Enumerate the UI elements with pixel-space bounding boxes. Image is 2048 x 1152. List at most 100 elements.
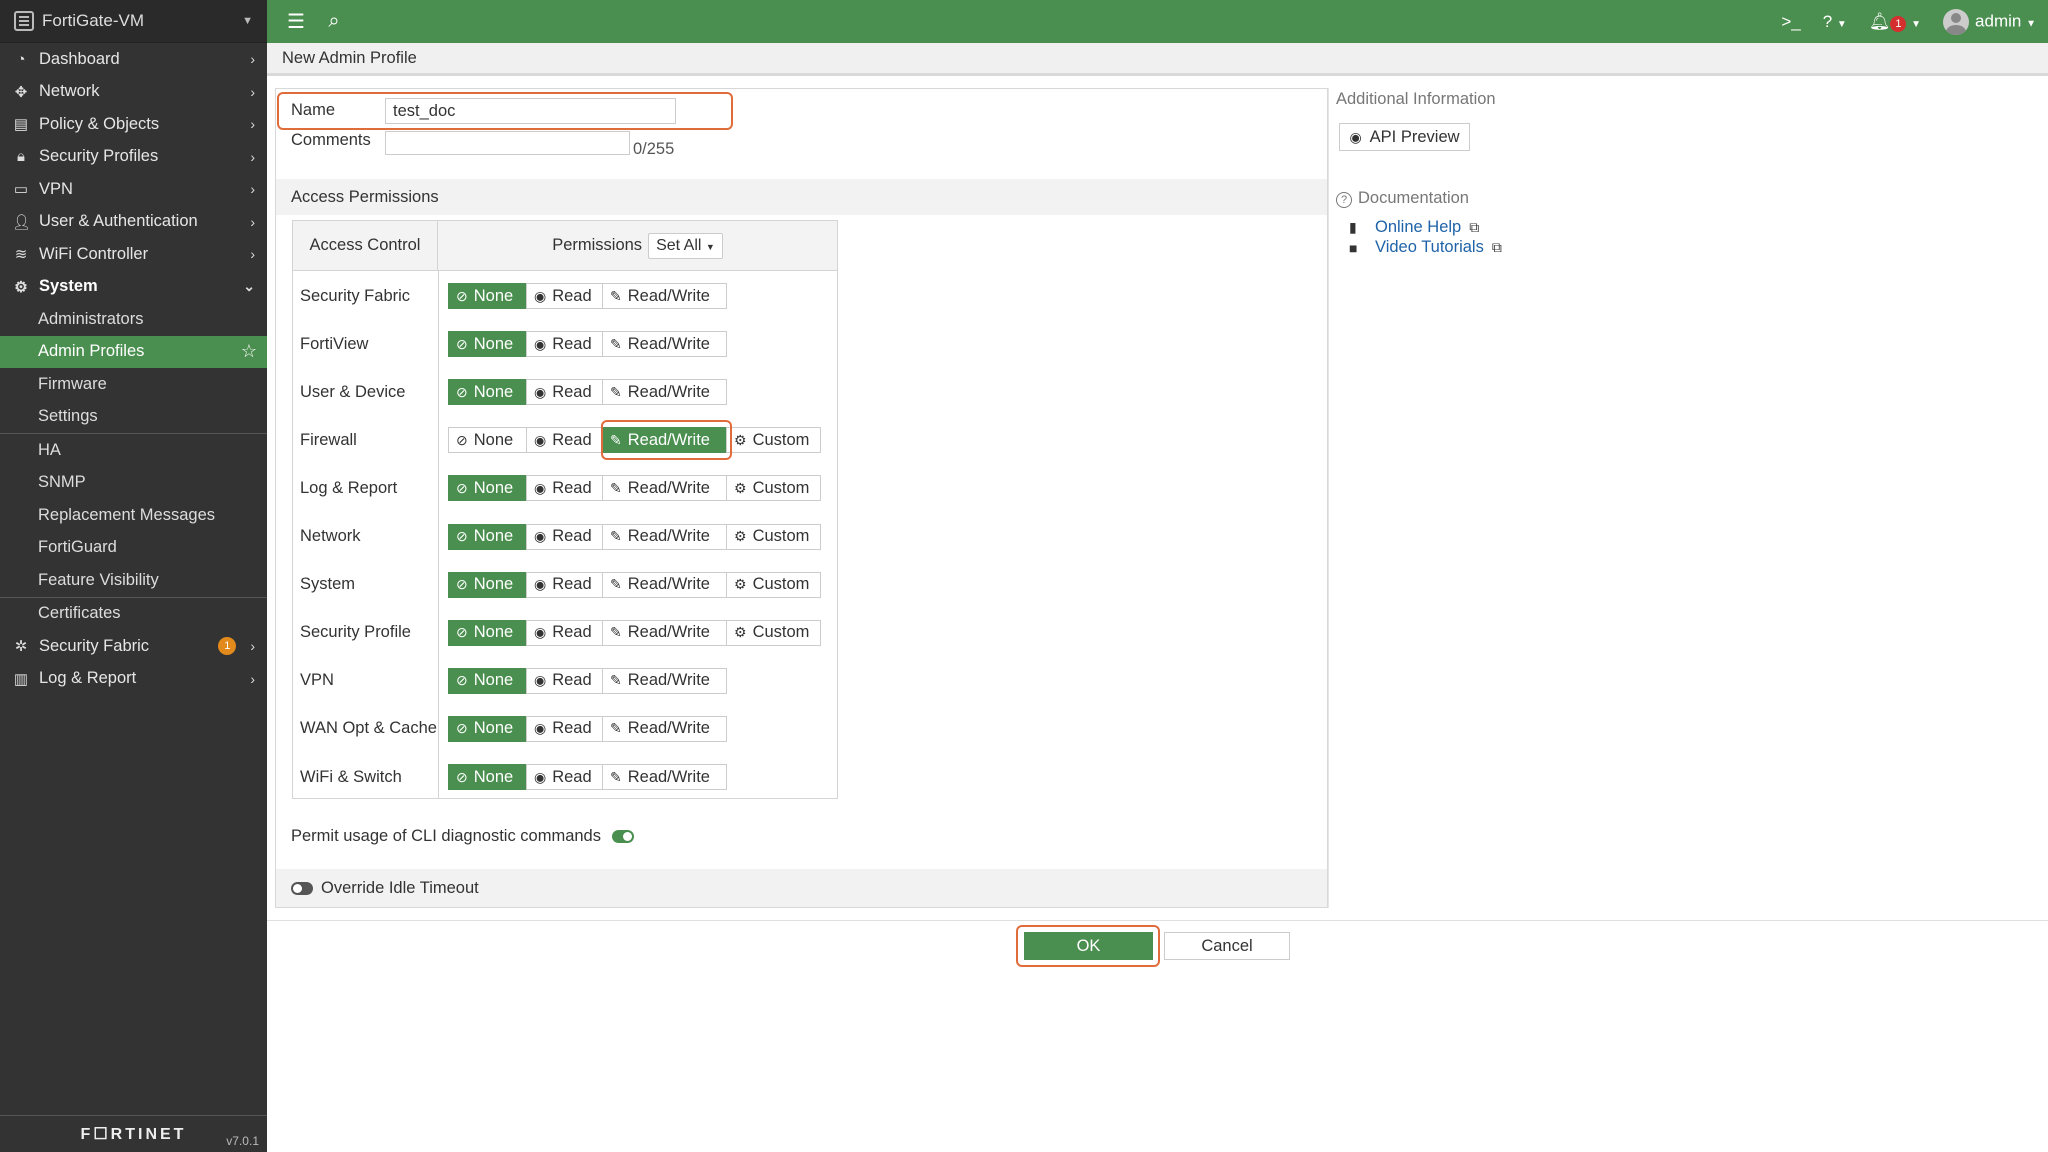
sidebar-item-security-fabric[interactable]: ✲ Security Fabric 1 › xyxy=(0,630,267,663)
none-button[interactable]: ⊘ None xyxy=(448,331,527,358)
none-button[interactable]: ⊘ None xyxy=(448,571,527,598)
sidebar-item-label: User & Authentication xyxy=(39,212,198,231)
idle-timeout-toggle[interactable] xyxy=(291,881,313,895)
sidebar-subitem-snmp[interactable]: SNMP xyxy=(0,467,267,500)
read-write-button[interactable]: ✎ Read/Write xyxy=(602,764,727,790)
documentation-label: Documentation xyxy=(1358,189,1469,207)
read-write-button[interactable]: ✎ Read/Write xyxy=(602,379,727,406)
custom-button[interactable]: ⚙ Custom xyxy=(726,427,821,454)
cli-permission-toggle[interactable] xyxy=(611,830,634,844)
read-button[interactable]: ◉ Read xyxy=(526,379,603,406)
read-button[interactable]: ◉ Read xyxy=(526,619,603,646)
read-button[interactable]: ◉ Read xyxy=(526,475,603,502)
api-preview-label: API Preview xyxy=(1369,127,1460,146)
sidebar-item-user-authentication[interactable]: 👤︎ User & Authentication › xyxy=(0,206,267,239)
custom-button[interactable]: ⚙ Custom xyxy=(726,571,821,598)
read-write-button[interactable]: ✎ Read/Write xyxy=(602,619,727,646)
none-button[interactable]: ⊘ None xyxy=(448,667,527,694)
none-button[interactable]: ⊘ None xyxy=(448,715,527,742)
star-icon[interactable]: ☆ xyxy=(241,341,257,362)
sidebar-subitem-administrators[interactable]: Administrators xyxy=(0,303,267,336)
chevron-right-icon: › xyxy=(250,181,255,198)
table-row: FortiView ⊘ None ◉ Read ✎ Read/Write xyxy=(293,320,837,368)
read-write-button[interactable]: ✎ Read/Write xyxy=(602,523,727,550)
read-button[interactable]: ◉ Read xyxy=(526,715,603,742)
read-button[interactable]: ◉ Read xyxy=(526,667,603,694)
video-tutorials-link[interactable]: ■ Video Tutorials ⧉ xyxy=(1349,238,1502,257)
read-button[interactable]: ◉ Read xyxy=(526,764,603,790)
sidebar-subitem-certificates[interactable]: Certificates xyxy=(0,598,267,631)
sidebar-subitem-fortiguard[interactable]: FortiGuard xyxy=(0,532,267,565)
table-row: WAN Opt & Cache ⊘ None ◉ Read ✎ Read/Write xyxy=(293,705,837,753)
read-write-button[interactable]: ✎ Read/Write xyxy=(602,475,727,502)
sidebar-item-policy-objects[interactable]: ▤ Policy & Objects › xyxy=(0,108,267,141)
online-help-link[interactable]: ▮ Online Help ⧉ xyxy=(1349,218,1479,237)
chevron-right-icon: › xyxy=(250,638,255,655)
permission-button-group: ⊘ None ◉ Read ✎ Read/Write xyxy=(448,715,727,742)
caret-down-icon: ▼ xyxy=(2026,17,2036,29)
online-help-label: Online Help xyxy=(1375,218,1462,236)
sidebar-item-wifi-controller[interactable]: ≋ WiFi Controller › xyxy=(0,238,267,271)
access-permissions-heading: Access Permissions xyxy=(276,179,1327,215)
sidebar-subitem-settings[interactable]: Settings xyxy=(0,401,267,434)
user-menu[interactable]: admin ▼ xyxy=(1943,8,2036,35)
table-row: VPN ⊘ None ◉ Read ✎ Read/Write xyxy=(293,657,837,705)
sidebar-item-label: Security Profiles xyxy=(39,147,159,166)
read-write-button[interactable]: ✎ Read/Write xyxy=(602,715,727,742)
api-preview-button[interactable]: ◉ API Preview xyxy=(1339,123,1470,151)
sidebar-subitem-admin-profiles[interactable]: Admin Profiles ☆ xyxy=(0,335,267,368)
name-input[interactable] xyxy=(385,98,676,124)
pencil-icon: ✎ xyxy=(610,479,622,496)
set-all-dropdown[interactable]: Set All ▼ xyxy=(648,232,723,259)
none-button[interactable]: ⊘ None xyxy=(448,427,527,454)
notifications-menu[interactable]: 🔔︎ 1 ▼ xyxy=(1869,12,1921,32)
caret-down-icon: ▼ xyxy=(242,15,253,27)
read-write-button[interactable]: ✎ Read/Write xyxy=(602,667,727,694)
sidebar-item-vpn[interactable]: ▭ VPN › xyxy=(0,173,267,206)
read-button[interactable]: ◉ Read xyxy=(526,427,603,454)
read-write-button[interactable]: ✎ Read/Write xyxy=(602,571,727,598)
pencil-icon: ✎ xyxy=(610,576,622,593)
sidebar-item-log-report[interactable]: ▥ Log & Report › xyxy=(0,663,267,696)
read-button[interactable]: ◉ Read xyxy=(526,571,603,598)
sidebar-item-system[interactable]: ⚙ System ⌄ xyxy=(0,271,267,304)
book-icon: ▮ xyxy=(1349,219,1357,235)
device-selector[interactable]: FortiGate-VM ▼ xyxy=(0,0,267,43)
ban-icon: ⊘ xyxy=(456,383,468,400)
custom-button[interactable]: ⚙ Custom xyxy=(726,619,821,646)
sidebar-subitem-replacement-messages[interactable]: Replacement Messages xyxy=(0,499,267,532)
gear-icon: ⚙ xyxy=(734,576,747,593)
none-button[interactable]: ⊘ None xyxy=(448,523,527,550)
read-write-button[interactable]: ✎ Read/Write xyxy=(602,331,727,358)
sidebar-item-dashboard[interactable]: ◔ Dashboard › xyxy=(0,43,267,76)
read-button[interactable]: ◉ Read xyxy=(526,331,603,358)
read-button[interactable]: ◉ Read xyxy=(526,523,603,550)
cli-console-icon[interactable]: >_ xyxy=(1781,12,1800,32)
comments-textarea[interactable] xyxy=(385,131,630,155)
none-button[interactable]: ⊘ None xyxy=(448,619,527,646)
search-icon[interactable]: ⌕ xyxy=(319,10,349,33)
none-button[interactable]: ⊘ None xyxy=(448,764,527,790)
hamburger-menu-icon[interactable]: ☰ xyxy=(281,9,311,34)
read-write-button[interactable]: ✎ Read/Write xyxy=(602,283,727,309)
chevron-right-icon: › xyxy=(250,148,255,165)
none-button[interactable]: ⊘ None xyxy=(448,283,527,309)
chevron-right-icon: › xyxy=(250,246,255,263)
read-button[interactable]: ◉ Read xyxy=(526,283,603,309)
none-button[interactable]: ⊘ None xyxy=(448,379,527,406)
chevron-right-icon: › xyxy=(250,116,255,133)
ok-button[interactable]: OK xyxy=(1024,932,1153,960)
none-button[interactable]: ⊘ None xyxy=(448,475,527,502)
help-menu[interactable]: ? ▼ xyxy=(1823,12,1847,32)
cancel-button[interactable]: Cancel xyxy=(1164,932,1290,960)
sidebar-subitem-feature-visibility[interactable]: Feature Visibility xyxy=(0,564,267,597)
sidebar-item-network[interactable]: ✥ Network › xyxy=(0,76,267,109)
sidebar-subitem-ha[interactable]: HA xyxy=(0,434,267,467)
custom-button[interactable]: ⚙ Custom xyxy=(726,523,821,550)
idle-timeout-row: Override Idle Timeout xyxy=(276,869,1327,907)
table-row: Security Profile ⊘ None ◉ Read ✎ Read/Write ⚙ Cu… xyxy=(293,609,837,657)
sidebar-item-security-profiles[interactable]: 🔒︎ Security Profiles › xyxy=(0,141,267,174)
sidebar-subitem-firmware[interactable]: Firmware xyxy=(0,368,267,401)
ban-icon: ⊘ xyxy=(456,720,468,737)
custom-button[interactable]: ⚙ Custom xyxy=(726,475,821,502)
